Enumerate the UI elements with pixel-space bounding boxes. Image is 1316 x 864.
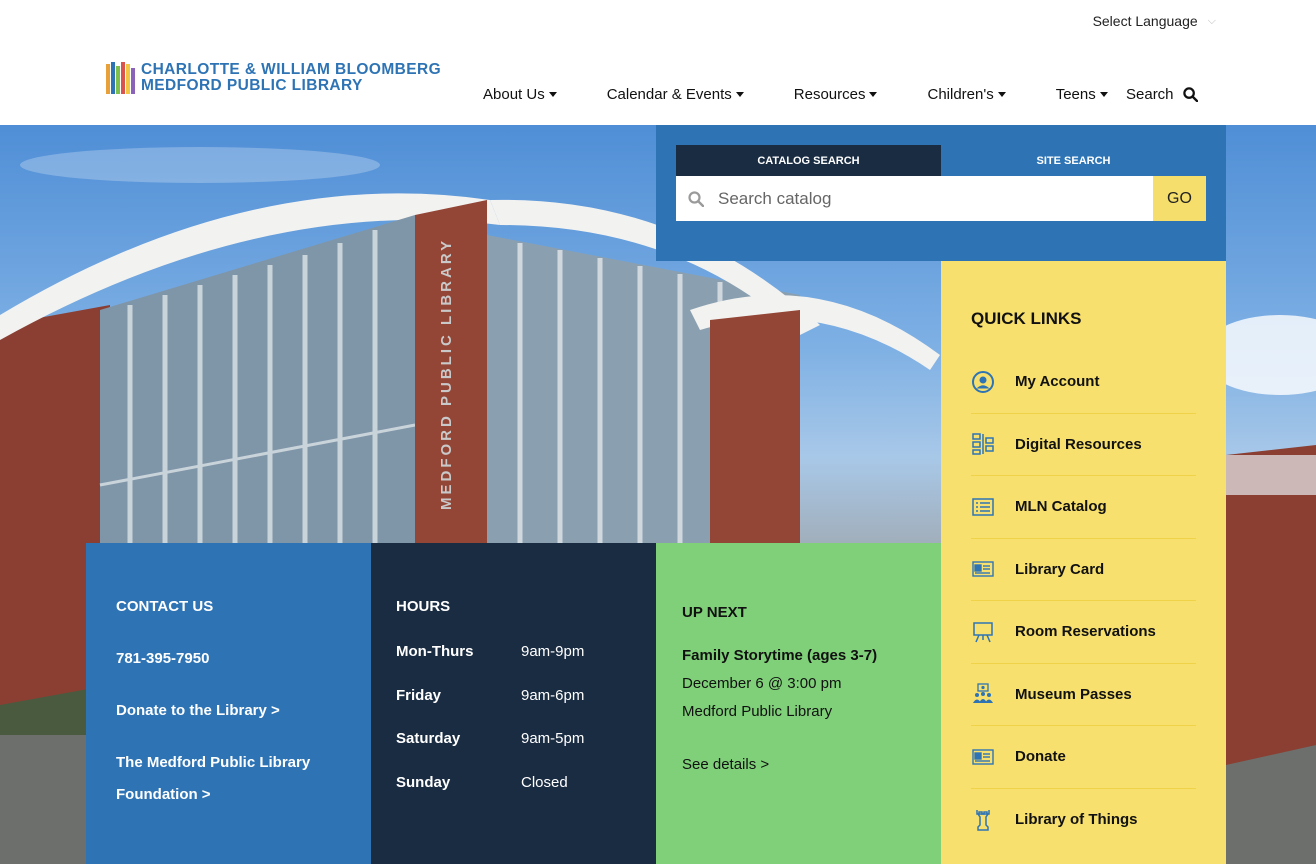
id-card-icon [971,745,995,769]
up-next-card: UP NEXT Family Storytime (ages 3-7) Dece… [656,543,941,864]
catalog-search-panel: CATALOG SEARCH SITE SEARCH GO [656,125,1226,261]
quick-link-my-account[interactable]: My Account [971,351,1196,414]
search-input-wrap [676,176,1153,221]
quick-link-digital-resources[interactable]: Digital Resources [971,414,1196,476]
nav-about-us-label: About Us [483,86,545,103]
nav-teens-label: Teens [1055,86,1096,103]
foundation-link-line2: Foundation > [116,786,211,803]
hours-day: Mon-Thurs [396,643,474,660]
quick-link-label: Museum Passes [1015,685,1132,703]
up-next-title: UP NEXT [682,604,747,621]
event-name: Family Storytime (ages 3-7) [682,647,878,664]
quick-link-donate[interactable]: Donate [971,726,1196,789]
logo-line-2: MEDFORD PUBLIC LIBRARY [141,77,363,94]
caret-down-icon [997,92,1006,97]
nav-resources[interactable]: Resources [794,86,878,103]
group-icon [971,682,995,706]
hours-day: Saturday [396,730,461,747]
building-sign-text: MEDFORD PUBLIC LIBRARY [438,237,455,510]
quick-link-label: MLN Catalog [1015,498,1107,516]
foundation-link-line1: The Medford Public Library [116,754,311,771]
caret-down-icon [1099,92,1108,97]
nav-about-us[interactable]: About Us [483,86,557,103]
quick-link-label: Donate [1015,748,1066,766]
books-logo-icon [106,62,135,94]
hours-row: Sunday Closed [396,774,656,818]
quick-link-library-card[interactable]: Library Card [971,539,1196,601]
event-location: Medford Public Library [682,703,833,720]
hours-day: Sunday [396,773,451,791]
search-row: GO [676,176,1206,221]
nav-search[interactable]: Search [1126,86,1198,103]
tab-catalog-search[interactable]: CATALOG SEARCH [676,145,941,176]
contact-us-card: CONTACT US 781-395-7950 Donate to the Li… [86,543,371,864]
hours-row: Saturday 9am-5pm [396,730,656,774]
go-button[interactable]: GO [1153,176,1206,221]
chess-rook-icon [971,808,995,832]
quick-link-label: Room Reservations [1015,623,1156,641]
search-icon [688,190,704,207]
quick-link-label: Library of Things [1015,811,1138,829]
digital-resources-icon [971,432,995,456]
hours-row: Friday 9am-6pm [396,687,656,731]
tab-catalog-search-label: CATALOG SEARCH [757,154,860,167]
user-circle-icon [971,370,995,394]
site-header: Select Language ⌵ CHARLOTTE & WILLIAM BL… [0,0,1316,125]
nav-childrens-label: Children's [927,86,994,103]
quick-links-panel: QUICK LINKS My Account Digital Resources… [941,261,1226,864]
hours-time: 9am-9pm [521,643,585,660]
chevron-down-icon: ⌵ [1207,14,1216,27]
logo-line-1: CHARLOTTE & WILLIAM BLOOMBERG [141,61,442,78]
tab-site-search[interactable]: SITE SEARCH [941,145,1206,176]
main-nav: About Us Calendar & Events Resources Chi… [483,86,1158,103]
nav-search-label: Search [1126,86,1174,103]
list-icon [971,495,995,519]
language-select-label: Select Language [1092,13,1198,29]
quick-links-title: QUICK LINKS [971,309,1082,328]
language-select[interactable]: Select Language ⌵ [1093,13,1216,29]
quick-link-label: Library Card [1015,560,1105,578]
hours-day: Friday [396,686,442,704]
search-icon [1182,87,1198,102]
hours-card: HOURS Mon-Thurs 9am-9pm Friday 9am-6pm S… [371,543,656,864]
hours-time: 9am-5pm [521,730,585,747]
quick-link-label: My Account [1015,373,1100,391]
quick-link-label: Digital Resources [1015,435,1142,453]
caret-down-icon [548,92,557,97]
quick-link-room-reservations[interactable]: Room Reservations [971,601,1196,664]
hours-title: HOURS [396,598,451,615]
quick-link-museum-passes[interactable]: Museum Passes [971,664,1196,726]
nav-teens[interactable]: Teens [1056,86,1108,103]
see-details-link[interactable]: See details > [682,756,941,773]
contact-us-title: CONTACT US [116,598,214,615]
search-input[interactable] [718,188,1118,209]
nav-resources-label: Resources [793,86,866,103]
foundation-link[interactable]: The Medford Public Library Foundation > [116,747,371,811]
tab-site-search-label: SITE SEARCH [1036,154,1111,167]
quick-link-mln-catalog[interactable]: MLN Catalog [971,476,1196,539]
site-logo[interactable]: CHARLOTTE & WILLIAM BLOOMBERG MEDFORD PU… [106,62,441,94]
donate-link[interactable]: Donate to the Library > [116,695,371,727]
quick-link-library-of-things[interactable]: Library of Things [971,789,1196,852]
caret-down-icon [869,92,878,97]
hours-time: Closed [521,773,568,791]
nav-calendar-events[interactable]: Calendar & Events [607,86,744,103]
event-date: December 6 @ 3:00 pm [682,675,842,692]
caret-down-icon [735,92,744,97]
logo-wordmark: CHARLOTTE & WILLIAM BLOOMBERG MEDFORD PU… [141,62,441,94]
id-card-icon [971,557,995,581]
hours-row: Mon-Thurs 9am-9pm [396,643,656,687]
hours-time: 9am-6pm [521,686,585,704]
nav-calendar-events-label: Calendar & Events [606,86,732,103]
nav-childrens[interactable]: Children's [927,86,1006,103]
presentation-board-icon [971,620,995,644]
phone-link[interactable]: 781-395-7950 [116,643,371,675]
